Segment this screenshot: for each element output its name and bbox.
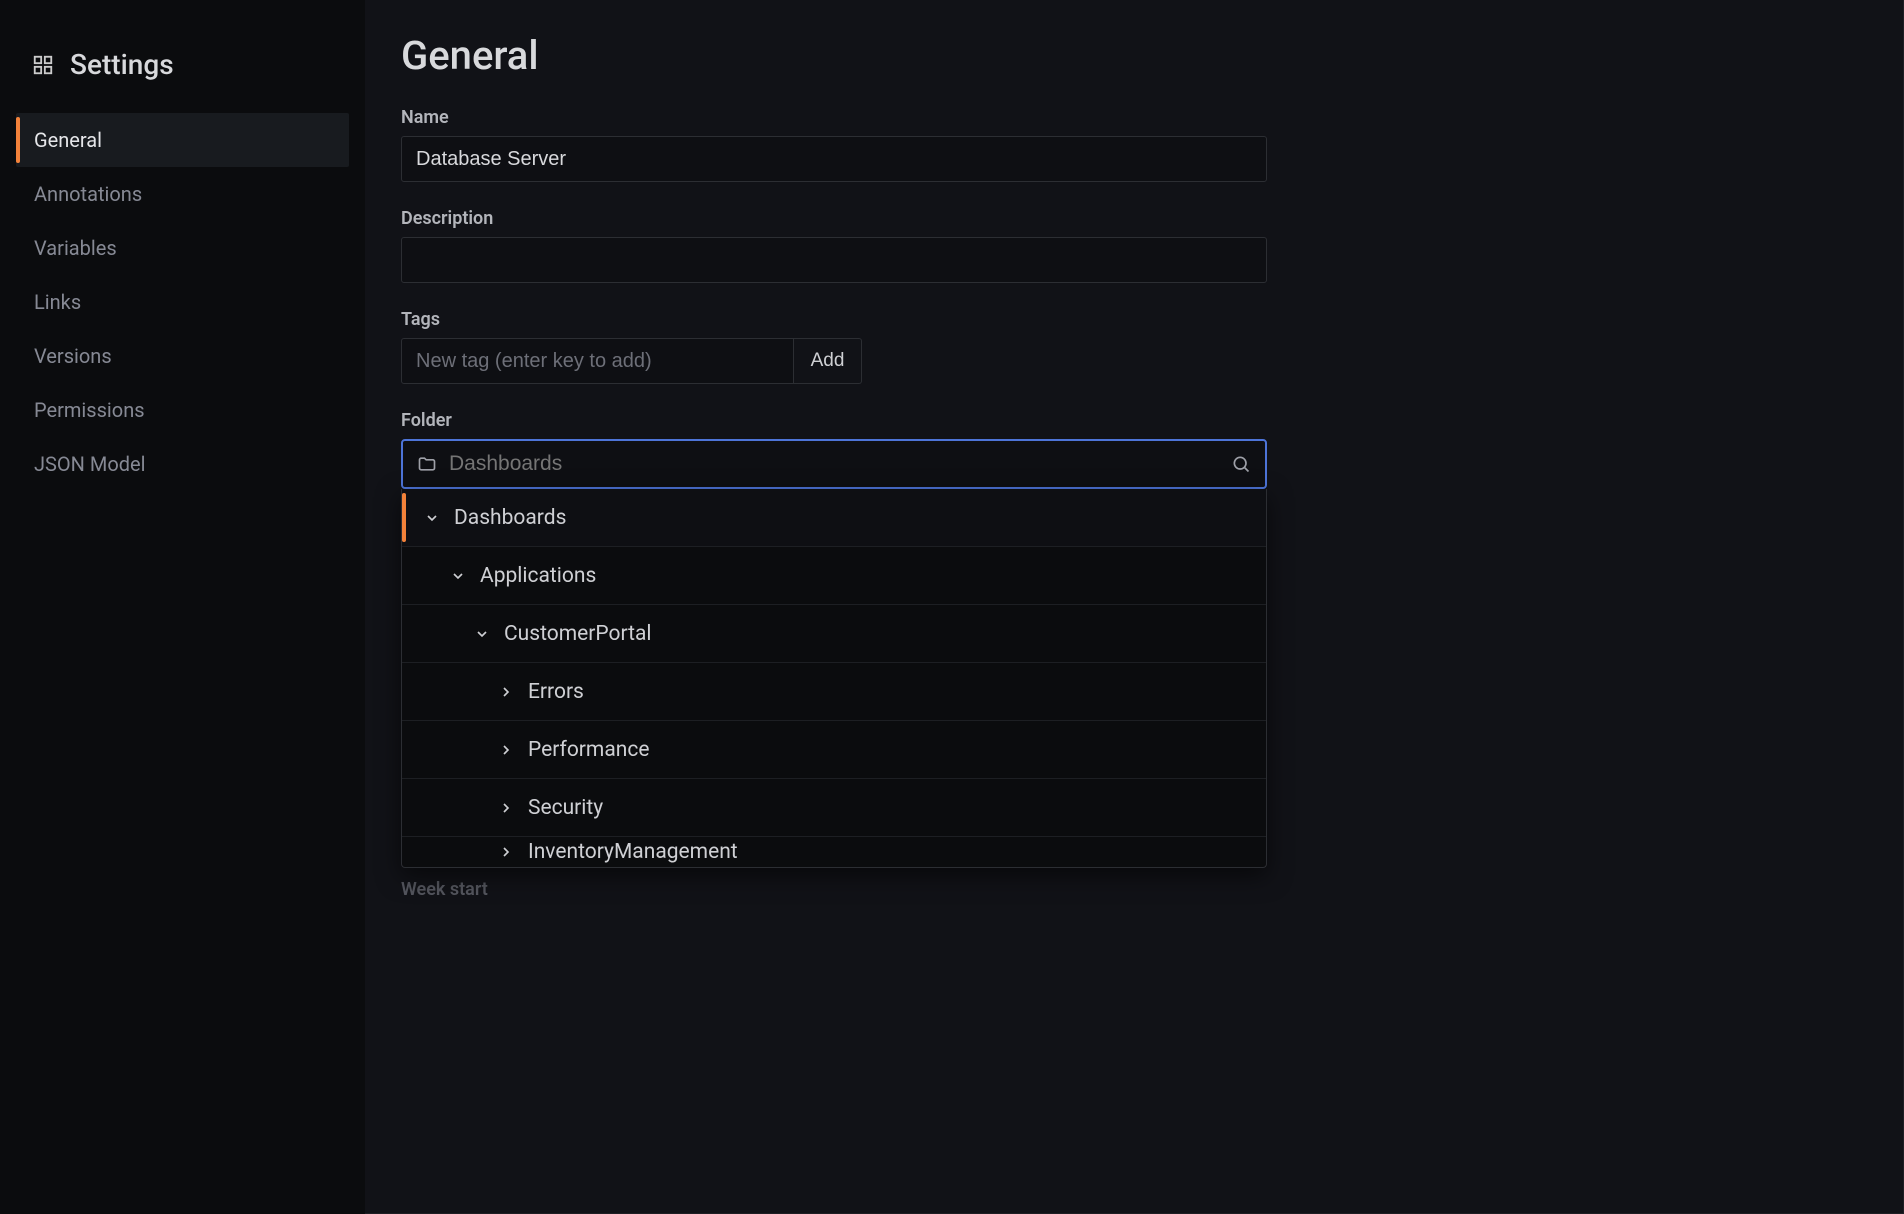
sidebar-title: Settings <box>70 48 174 81</box>
tree-item-dashboards[interactable]: Dashboards <box>402 489 1266 547</box>
tree-item-label: Applications <box>480 564 596 588</box>
sidebar-item-permissions[interactable]: Permissions <box>16 383 349 437</box>
sidebar-item-label: Variables <box>34 236 117 260</box>
chevron-right-icon[interactable] <box>494 742 518 758</box>
name-label: Name <box>401 107 1867 128</box>
sidebar-item-annotations[interactable]: Annotations <box>16 167 349 221</box>
sidebar-item-label: JSON Model <box>34 452 146 476</box>
folder-icon <box>417 454 437 474</box>
main-panel: General Name Description Tags Add Folder <box>365 0 1904 1214</box>
folder-label: Folder <box>401 410 1867 431</box>
description-field: Description <box>401 208 1867 283</box>
tree-item-label: Errors <box>528 680 584 704</box>
tree-item-label: Performance <box>528 738 649 762</box>
chevron-down-icon[interactable] <box>446 568 470 584</box>
tree-item-security[interactable]: Security <box>402 779 1266 837</box>
sidebar-item-label: Versions <box>34 344 112 368</box>
settings-sidebar: Settings General Annotations Variables L… <box>0 0 365 1214</box>
folder-dropdown: Dashboards Applications CustomerPortal <box>401 489 1267 868</box>
sidebar-item-label: General <box>34 128 102 152</box>
description-input[interactable] <box>401 237 1267 283</box>
chevron-down-icon[interactable] <box>470 626 494 642</box>
sidebar-item-links[interactable]: Links <box>16 275 349 329</box>
sidebar-item-json-model[interactable]: JSON Model <box>16 437 349 491</box>
tree-item-inventory[interactable]: InventoryManagement <box>402 837 1266 867</box>
folder-select[interactable] <box>401 439 1267 489</box>
chevron-right-icon[interactable] <box>494 684 518 700</box>
tree-item-label: CustomerPortal <box>504 622 652 646</box>
tree-item-label: Dashboards <box>454 506 566 530</box>
search-icon[interactable] <box>1231 454 1251 474</box>
sidebar-item-versions[interactable]: Versions <box>16 329 349 383</box>
folder-input[interactable] <box>449 452 1219 476</box>
tags-label: Tags <box>401 309 1867 330</box>
sidebar-header: Settings <box>0 48 365 113</box>
folder-field: Folder <box>401 410 1867 489</box>
tree-item-errors[interactable]: Errors <box>402 663 1266 721</box>
sidebar-nav: General Annotations Variables Links Vers… <box>0 113 365 491</box>
add-tag-button[interactable]: Add <box>794 338 862 384</box>
name-input[interactable] <box>401 136 1267 182</box>
sidebar-item-variables[interactable]: Variables <box>16 221 349 275</box>
tags-field: Tags Add <box>401 309 1867 384</box>
chevron-right-icon[interactable] <box>494 800 518 816</box>
sidebar-item-label: Links <box>34 290 81 314</box>
page-title: General <box>401 32 1867 79</box>
week-start-label: Week start <box>401 879 1867 900</box>
chevron-down-icon[interactable] <box>420 510 444 526</box>
name-field: Name <box>401 107 1867 182</box>
dashboard-icon <box>32 54 54 76</box>
tree-item-label: Security <box>528 796 603 820</box>
tags-input[interactable] <box>401 338 794 384</box>
tree-item-customerportal[interactable]: CustomerPortal <box>402 605 1266 663</box>
sidebar-item-label: Annotations <box>34 182 142 206</box>
tree-item-applications[interactable]: Applications <box>402 547 1266 605</box>
tree-item-performance[interactable]: Performance <box>402 721 1266 779</box>
description-label: Description <box>401 208 1867 229</box>
sidebar-item-label: Permissions <box>34 398 145 422</box>
tree-item-label: InventoryManagement <box>528 840 738 864</box>
chevron-right-icon[interactable] <box>494 844 518 860</box>
sidebar-item-general[interactable]: General <box>16 113 349 167</box>
